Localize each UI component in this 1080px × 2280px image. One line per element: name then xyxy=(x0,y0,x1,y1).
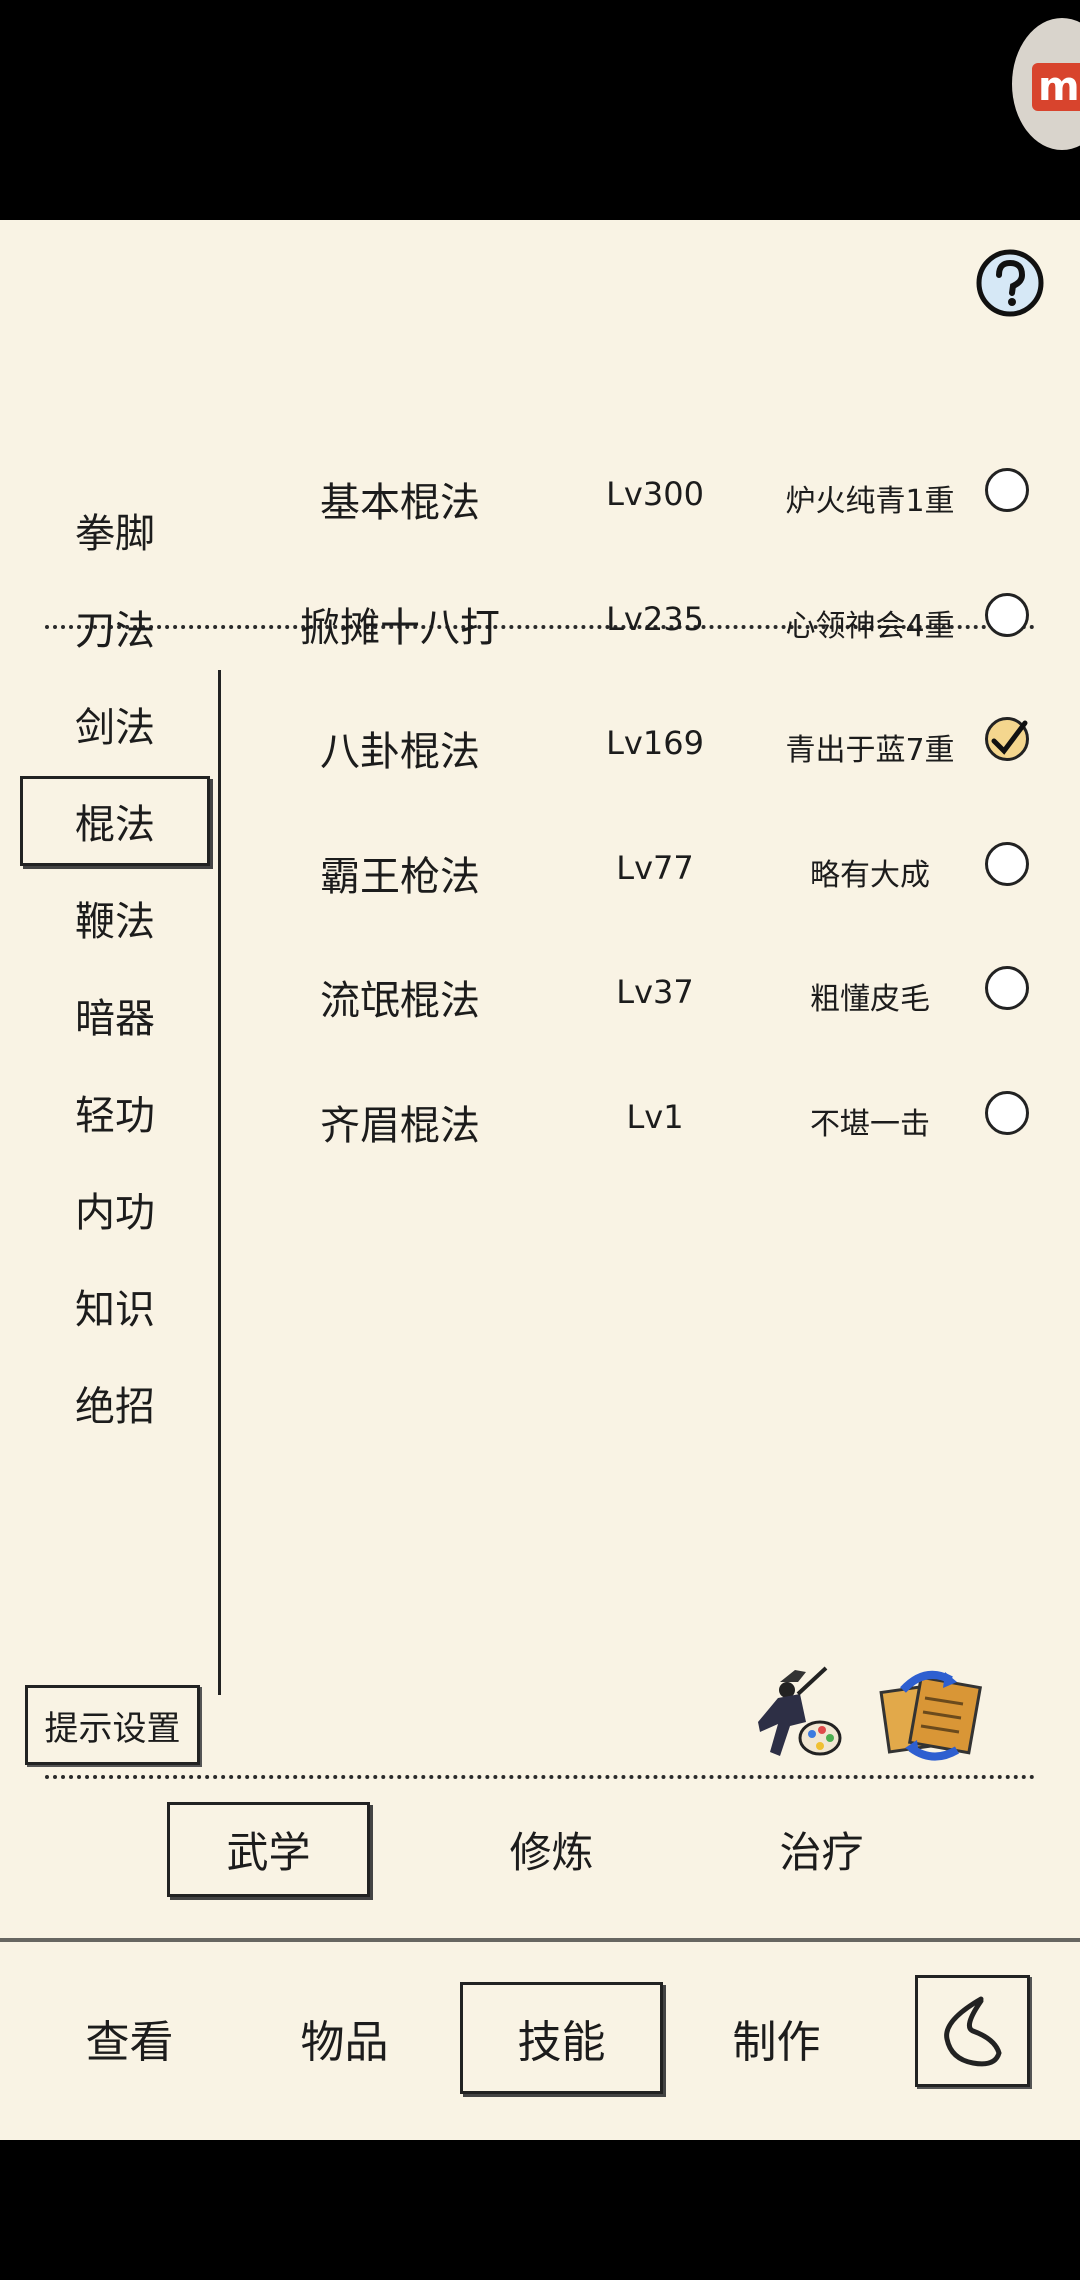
sub-tab-2[interactable]: 治疗 xyxy=(720,1802,923,1897)
skill-name: 霸王枪法 xyxy=(320,853,480,900)
category-tab-0[interactable]: 拳脚 xyxy=(20,485,210,575)
category-label: 剑法 xyxy=(75,705,155,751)
scroll-swap-icon xyxy=(879,1670,983,1761)
skill-select-radio[interactable] xyxy=(985,966,1029,1010)
sidebar-divider xyxy=(218,670,221,1695)
category-label: 知识 xyxy=(75,1287,155,1333)
category-label: 绝招 xyxy=(75,1384,155,1430)
skill-select-radio[interactable] xyxy=(985,468,1029,512)
warrior-palette-button[interactable] xyxy=(740,1660,845,1765)
skill-rank: 心领神会4重 xyxy=(785,608,955,644)
back-button[interactable] xyxy=(915,1975,1030,2087)
skill-row[interactable]: 霸王枪法 Lv77 略有大成 xyxy=(230,824,1050,914)
category-tab-6[interactable]: 轻功 xyxy=(20,1067,210,1157)
sub-tab-label: 治疗 xyxy=(779,1828,864,1877)
skill-rank: 粗懂皮毛 xyxy=(810,982,930,1017)
category-label: 刀法 xyxy=(75,608,155,654)
skill-select-radio[interactable] xyxy=(985,841,1029,886)
bottom-tab-label: 查看 xyxy=(85,2017,174,2068)
m-logo-icon: m xyxy=(1032,63,1080,111)
back-arrow-icon xyxy=(943,1996,1002,2067)
category-tab-7[interactable]: 内功 xyxy=(20,1164,210,1254)
skill-select-radio[interactable] xyxy=(985,592,1029,637)
bottom-tab-0[interactable]: 查看 xyxy=(28,1982,231,2094)
bottom-tab-1[interactable]: 物品 xyxy=(243,1982,446,2094)
hint-settings-label: 提示设置 xyxy=(44,1708,181,1749)
skill-rank: 不堪一击 xyxy=(810,1106,930,1142)
bottom-tab-2[interactable]: 技能 xyxy=(460,1982,663,2094)
category-label: 拳脚 xyxy=(75,511,155,557)
decorative-divider xyxy=(0,1938,1080,1942)
bottom-tab-label: 物品 xyxy=(300,2017,389,2068)
category-tab-2[interactable]: 剑法 xyxy=(20,679,210,769)
skill-select-radio[interactable] xyxy=(985,1090,1029,1135)
hint-settings-button[interactable]: 提示设置 xyxy=(25,1685,200,1765)
warrior-palette-icon xyxy=(758,1666,842,1756)
skill-row[interactable]: 基本棍法 Lv300 炉火纯青1重 xyxy=(230,450,1050,540)
skill-rank: 略有大成 xyxy=(810,857,930,893)
checkmark-icon xyxy=(991,720,1028,755)
category-tab-1[interactable]: 刀法 xyxy=(20,582,210,672)
category-label: 内功 xyxy=(75,1190,155,1236)
category-tab-3[interactable]: 棍法 xyxy=(20,776,210,866)
category-label: 暗器 xyxy=(75,996,155,1042)
bottom-tab-label: 制作 xyxy=(732,2017,821,2068)
skill-row[interactable]: 流氓棍法 Lv37 粗懂皮毛 xyxy=(230,948,1050,1038)
skill-row[interactable]: 齐眉棍法 Lv1 不堪一击 xyxy=(230,1073,1050,1163)
sub-tab-label: 修炼 xyxy=(509,1828,594,1877)
skill-rank: 青出于蓝7重 xyxy=(785,733,955,768)
scroll-swap-button[interactable] xyxy=(875,1660,985,1765)
question-icon xyxy=(976,249,1044,317)
category-label: 棍法 xyxy=(75,802,155,848)
bottom-tab-label: 技能 xyxy=(517,2017,606,2068)
category-tab-5[interactable]: 暗器 xyxy=(20,970,210,1060)
skill-rank: 炉火纯青1重 xyxy=(785,484,955,519)
skill-select-radio[interactable] xyxy=(985,717,1029,761)
category-tab-8[interactable]: 知识 xyxy=(20,1261,210,1351)
help-button[interactable] xyxy=(975,248,1045,318)
skill-name: 掀摊十八打 xyxy=(300,604,500,651)
skill-name: 齐眉棍法 xyxy=(320,1102,480,1149)
sub-tab-label: 武学 xyxy=(226,1828,311,1877)
category-label: 鞭法 xyxy=(75,899,155,945)
category-label: 轻功 xyxy=(75,1093,155,1139)
sub-tab-0[interactable]: 武学 xyxy=(167,1802,370,1897)
skill-name: 八卦棍法 xyxy=(320,729,480,775)
bottom-tab-3[interactable]: 制作 xyxy=(675,1982,878,2094)
app-badge[interactable]: m xyxy=(1012,18,1080,150)
main-panel: 拳脚刀法剑法棍法鞭法暗器轻功内功知识绝招 提示设置 基本棍法 Lv300 炉火纯青1… xyxy=(0,220,1080,2140)
category-tab-9[interactable]: 绝招 xyxy=(20,1358,210,1448)
sub-tab-1[interactable]: 修炼 xyxy=(450,1802,653,1897)
skill-row[interactable]: 掀摊十八打 Lv235 心领神会4重 xyxy=(230,575,1050,665)
divider-bottom xyxy=(45,1775,1035,1779)
skill-name: 基本棍法 xyxy=(320,480,480,526)
skill-row[interactable]: 八卦棍法 Lv169 青出于蓝7重 xyxy=(230,699,1050,789)
category-tab-4[interactable]: 鞭法 xyxy=(20,873,210,963)
skill-name: 流氓棍法 xyxy=(320,978,480,1024)
